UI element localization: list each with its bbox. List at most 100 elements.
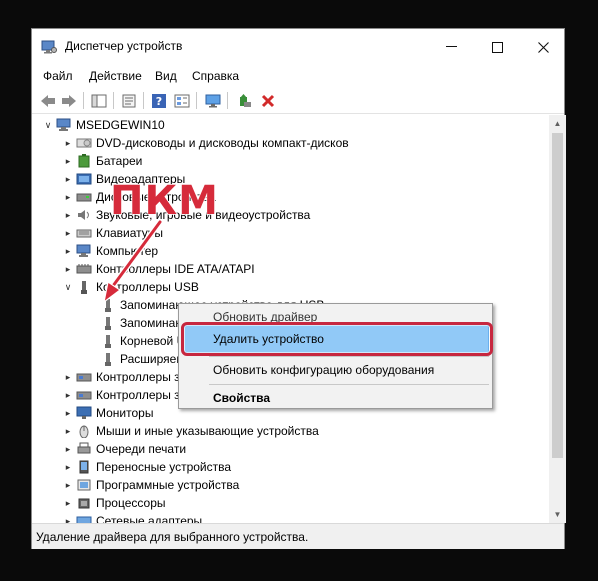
collapsed-chevron-icon[interactable]: ▸ [62,260,74,278]
status-bar: Удаление драйвера для выбранного устройс… [32,523,564,549]
portable-device-icon [79,460,89,474]
collapsed-chevron-icon[interactable]: ▸ [62,224,74,242]
tree-item[interactable]: ▸ Мониторы [62,404,154,422]
tree-item-label: Переносные устройства [96,460,232,474]
collapsed-chevron-icon[interactable]: ▸ [62,134,74,152]
tree-item[interactable]: ▸ DVD-дисководы и дисководы компакт-диско… [62,134,349,152]
collapsed-chevron-icon[interactable]: ▸ [62,404,74,422]
collapsed-chevron-icon[interactable]: ▸ [62,152,74,170]
display-adapter-icon [76,173,92,185]
tree-item[interactable]: ▸ Сетевые адаптеры [62,512,202,523]
tree-item-label: Компьютер [96,244,159,258]
tree-item[interactable]: ▸ Компьютер [62,242,158,260]
tree-item[interactable]: ▸ Мыши и иные указывающие устройства [62,422,319,440]
back-button[interactable] [38,91,58,110]
mouse-icon [79,425,89,438]
disk-drive-icon [76,193,92,202]
maximize-icon [491,41,503,53]
tree-item-label: Программные устройства [96,478,240,492]
collapsed-chevron-icon[interactable]: ▸ [62,242,74,260]
collapsed-chevron-icon[interactable]: ▸ [62,476,74,494]
svg-text:?: ? [156,95,162,108]
tree-item-label: Батареи [96,154,143,168]
toolbar: ? [32,87,564,114]
battery-icon [78,154,90,168]
collapsed-chevron-icon[interactable]: ▸ [62,440,74,458]
menu-properties[interactable]: Свойства [213,391,270,405]
menu-action[interactable]: Действие [89,69,142,83]
collapsed-chevron-icon[interactable]: ▸ [62,206,74,224]
tree-item-label: Мыши и иные указывающие устройства [96,424,319,438]
ide-controller-icon [76,264,92,274]
menu-help[interactable]: Справка [192,69,239,83]
storage-controller-icon [76,373,92,382]
expanded-chevron-icon[interactable]: ∨ [62,278,74,296]
highlight-frame [181,322,493,356]
menu-view[interactable]: Вид [155,69,177,83]
processor-icon [78,498,90,509]
keyboard-icon [76,229,92,238]
close-button[interactable] [520,29,566,65]
tree-item[interactable]: ▸ Переносные устройства [62,458,231,476]
tree-item[interactable]: ▸ Процессоры [62,494,166,512]
collapsed-chevron-icon[interactable]: ▸ [62,188,74,206]
uninstall-button[interactable] [258,91,278,110]
collapsed-chevron-icon[interactable]: ▸ [62,368,74,386]
tree-item[interactable]: ∨ Контроллеры USB [62,278,199,296]
usb-device-icon [105,335,111,348]
update-driver-button[interactable] [234,91,254,110]
usb-device-icon [105,353,111,366]
minimize-icon [445,46,457,47]
scroll-down-icon[interactable]: ▼ [549,506,566,523]
status-text: Удаление драйвера для выбранного устройс… [36,530,309,544]
properties-toolbar-button[interactable] [119,91,139,110]
menu-scan-hardware[interactable]: Обновить конфигурацию оборудования [213,363,434,377]
scan-hardware-button[interactable] [203,91,223,110]
tree-item-label: Очереди печати [96,442,187,456]
maximize-button[interactable] [474,29,520,65]
usb-device-icon [105,317,111,330]
usb-device-icon [105,299,111,312]
device-manager-window: Диспетчер устройств Файл Действие Вид Сп… [31,28,566,549]
update-driver-icon [240,93,251,107]
minimize-button[interactable] [428,29,474,65]
tree-item[interactable]: ▸ Батареи [62,152,142,170]
forward-button[interactable] [59,91,79,110]
device-manager-icon [41,40,57,54]
monitor-icon [76,406,92,419]
help-toolbar-button[interactable]: ? [149,91,169,110]
tree-item-label: Процессоры [96,496,166,510]
arrow-left-icon [41,94,55,107]
collapsed-chevron-icon[interactable]: ▸ [62,494,74,512]
tree-item-label: Сетевые адаптеры [96,514,203,523]
console-tree-icon [91,94,107,107]
tree-item[interactable]: ▸ Программные устройства [62,476,240,494]
vertical-scrollbar[interactable]: ▲ ▼ [549,115,566,523]
software-device-icon [77,479,91,491]
show-hide-console-tree-button[interactable] [89,91,109,110]
collapsed-chevron-icon[interactable]: ▸ [62,422,74,440]
annotation-label: ПКМ [109,177,219,225]
scrollbar-thumb[interactable] [552,133,563,458]
tree-item-label: MSEDGEWIN10 [76,118,165,132]
menu-bar: Файл Действие Вид Справка [32,65,564,87]
sound-icon [78,210,89,220]
collapsed-chevron-icon[interactable]: ▸ [62,512,74,524]
tree-item[interactable]: ▸ Клавиатуры [62,224,163,242]
collapsed-chevron-icon[interactable]: ▸ [62,458,74,476]
title-bar: Диспетчер устройств [32,29,564,65]
scroll-up-icon[interactable]: ▲ [549,115,566,132]
tree-root[interactable]: ∨ MSEDGEWIN10 [42,116,165,134]
collapsed-chevron-icon[interactable]: ▸ [62,386,74,404]
printer-icon [77,442,91,454]
expanded-chevron-icon[interactable]: ∨ [42,116,54,134]
menu-file[interactable]: Файл [43,69,73,83]
tree-item-label: DVD-дисководы и дисководы компакт-дисков [96,136,349,150]
collapsed-chevron-icon[interactable]: ▸ [62,170,74,188]
tree-item[interactable]: ▸ Очереди печати [62,440,186,458]
computer-icon [56,118,71,131]
tree-item[interactable]: ▸ Контроллеры IDE ATA/ATAPI [62,260,255,278]
view-toolbar-button[interactable] [172,91,192,110]
network-adapter-icon [76,516,92,523]
tree-item-label: Клавиатуры [96,226,163,240]
